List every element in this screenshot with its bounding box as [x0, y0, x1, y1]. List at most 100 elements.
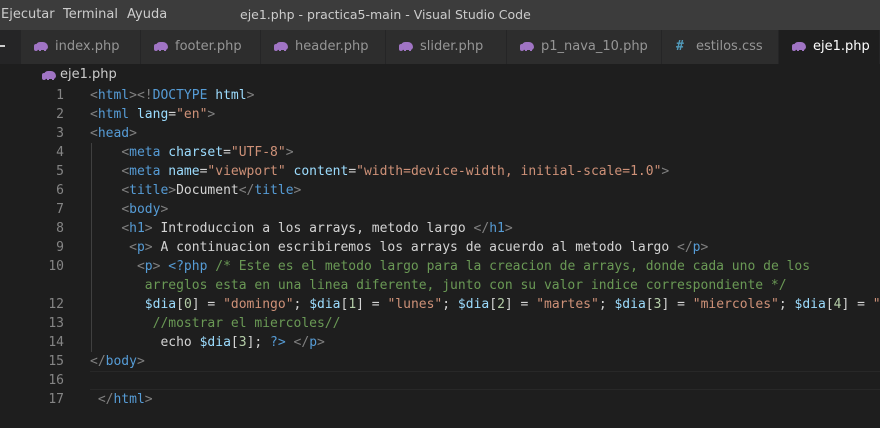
- code-token: Document: [176, 183, 239, 198]
- code-token: head: [97, 126, 130, 141]
- code-token: html: [215, 88, 247, 103]
- tab-slider-php[interactable]: slider.php: [386, 30, 507, 64]
- code-token: //mostrar el miercoles//: [152, 316, 341, 331]
- code-line[interactable]: 2 <html lang="en">: [0, 105, 880, 124]
- menu-ayuda[interactable]: Ayuda: [120, 0, 174, 30]
- code-token: [: [489, 297, 498, 312]
- tab-estilos-css[interactable]: # estilos.css: [662, 30, 779, 64]
- tab-label: eje1.php: [813, 39, 870, 54]
- code-line[interactable]: 4 <meta charset="UTF-8">: [0, 143, 880, 162]
- code-line[interactable]: 8 <h1 > Introduccion a los arrays, metodo…: [0, 219, 880, 238]
- code-text: <meta charset="UTF-8">: [90, 143, 294, 162]
- code-token: ] =: [661, 297, 693, 312]
- breadcrumb: eje1.php: [0, 64, 880, 86]
- code-text: arreglos esta en una linea diferente, ju…: [90, 276, 787, 295]
- code-token: title: [129, 183, 169, 198]
- code-token: >: [129, 126, 137, 141]
- code-token: DOCTYPE: [152, 88, 208, 103]
- line-number: 8: [56, 221, 64, 236]
- code-token: h1: [129, 221, 145, 236]
- code-token: ><!: [129, 88, 153, 103]
- code-token: >: [136, 354, 145, 369]
- code-token: meta: [129, 164, 161, 179]
- line-number: 6: [56, 183, 64, 198]
- code-token: html: [97, 88, 130, 103]
- code-line[interactable]: 13 //mostrar el miercoles//: [0, 314, 880, 333]
- code-line[interactable]: 3 <head>: [0, 124, 880, 143]
- code-line[interactable]: 14 echo $dia[3]; ?> </p>: [0, 333, 880, 352]
- code-token: >: [168, 183, 177, 198]
- code-token: ];: [246, 335, 271, 350]
- code-token: ;: [293, 297, 310, 312]
- code-line[interactable]: 10 <p> <?php /* Este es el metodo largo …: [0, 257, 880, 276]
- code-token: >: [207, 107, 216, 122]
- code-line[interactable]: 1 <html><!DOCTYPE html>: [0, 86, 880, 105]
- code-editor[interactable]: 1 <html><!DOCTYPE html> 2 <html lang="en"> 3…: [0, 86, 880, 428]
- code-line[interactable]: 5 <meta name="viewport" content="width=d…: [0, 162, 880, 181]
- tab-header-php[interactable]: header.php: [261, 30, 386, 64]
- code-text: <p> A continuacion escribiremos los arra…: [90, 238, 708, 257]
- code-text: echo $dia[3]; ?> </p>: [90, 333, 324, 352]
- code-line[interactable]: 16: [0, 371, 880, 390]
- code-token: >: [285, 145, 294, 160]
- code-line[interactable]: 9 <p> A continuacion escribiremos los ar…: [0, 238, 880, 257]
- code-token: content: [293, 164, 349, 179]
- code-token: =: [168, 107, 177, 122]
- code-line[interactable]: 12 $dia[0] = "domingo"; $dia[1] = "lunes…: [0, 295, 880, 314]
- code-token: "width=device-width, initial-scale=1.0": [356, 164, 662, 179]
- tab-p1-nava-10-php[interactable]: p1_nava_10.php: [507, 30, 662, 64]
- code-token: lang: [136, 107, 169, 122]
- line-number: 1: [56, 88, 64, 103]
- tab-footer-php[interactable]: footer.php: [141, 30, 261, 64]
- code-token: "viewport": [207, 164, 286, 179]
- code-token: name: [168, 164, 200, 179]
- code-token: >: [661, 164, 670, 179]
- php-elephant-icon: [42, 70, 56, 80]
- code-token: <: [121, 221, 130, 236]
- code-text: <h1 > Introduccion a los arrays, metodo l…: [90, 219, 513, 238]
- code-token: <: [121, 145, 130, 160]
- tab-label: footer.php: [175, 39, 242, 54]
- code-token: </: [293, 335, 310, 350]
- line-number: 12: [48, 297, 64, 312]
- code-token: Introduccion a los arrays, metodo largo: [152, 221, 474, 236]
- code-token: [: [645, 297, 654, 312]
- line-number: 14: [48, 335, 64, 350]
- tab-index-php[interactable]: index.php: [21, 30, 141, 64]
- code-token: <: [129, 240, 137, 255]
- editor-tab-bar: index.php footer.php header.php slider.p…: [0, 30, 880, 64]
- code-token: body: [105, 354, 137, 369]
- tab-label: slider.php: [420, 39, 484, 54]
- code-token: meta: [129, 145, 161, 160]
- php-elephant-icon: [154, 41, 168, 51]
- code-text: <p> <?php /* Este es el metodo largo par…: [90, 257, 810, 276]
- code-token: p: [692, 240, 701, 255]
- php-elephant-icon: [274, 41, 288, 51]
- code-token: arreglos esta en una linea diferente, ju…: [144, 278, 787, 293]
- code-line[interactable]: arreglos esta en una linea diferente, ju…: [0, 276, 880, 295]
- line-number: 10: [48, 259, 64, 274]
- code-text: <html lang="en">: [90, 105, 215, 124]
- code-token: html: [97, 107, 130, 122]
- code-token: >: [504, 221, 513, 236]
- code-line[interactable]: 15 </body>: [0, 352, 880, 371]
- tab-eje1-php[interactable]: eje1.php: [779, 30, 880, 64]
- code-token: =: [223, 145, 231, 160]
- code-line[interactable]: 7 <body>: [0, 200, 880, 219]
- breadcrumb-file[interactable]: eje1.php: [60, 64, 117, 86]
- line-number: 16: [48, 373, 64, 388]
- menu-ejecutar[interactable]: Ejecutar: [0, 0, 62, 30]
- code-token: A continuacion escribiremos los arrays d…: [152, 240, 678, 255]
- code-token: </: [677, 240, 693, 255]
- code-text: <title>Document</title>: [90, 181, 301, 200]
- code-line[interactable]: 6 <title>Document</title>: [0, 181, 880, 200]
- menu-terminal[interactable]: Terminal: [56, 0, 125, 30]
- code-token: "martes": [536, 297, 599, 312]
- code-line[interactable]: 17 </html>: [0, 390, 880, 409]
